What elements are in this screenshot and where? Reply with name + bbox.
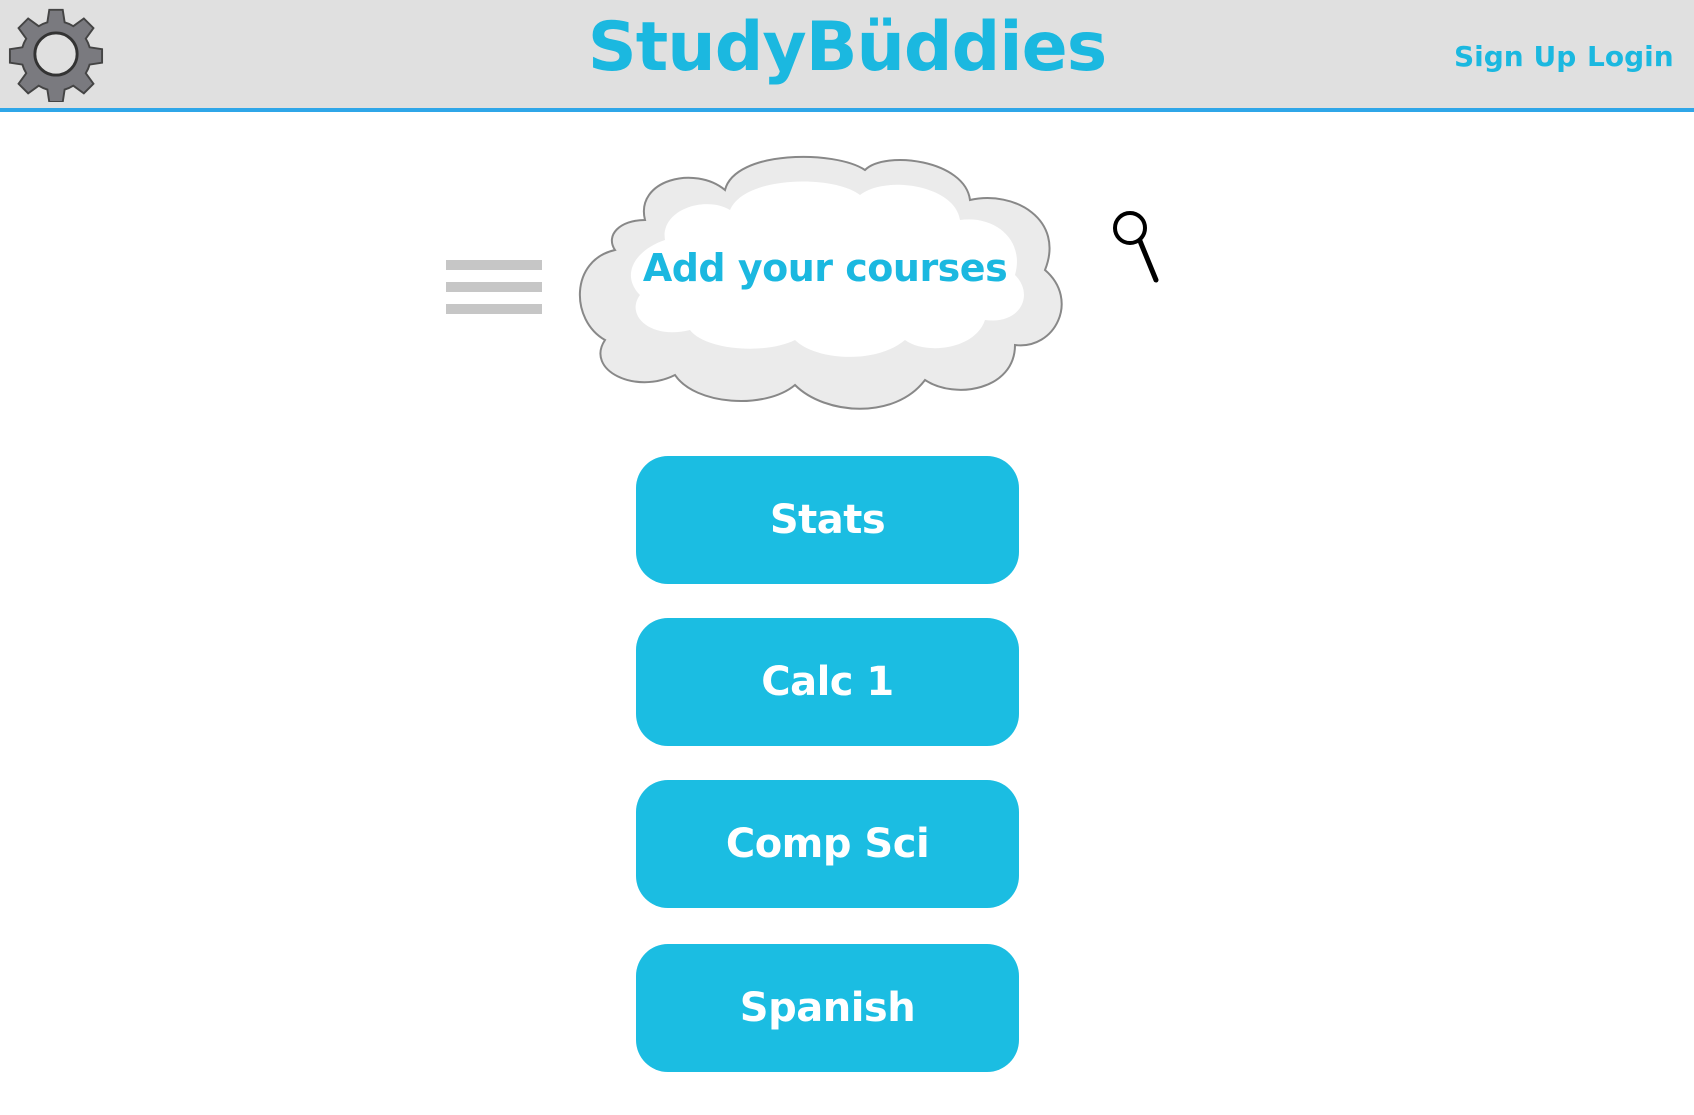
sign-up-link[interactable]: Sign Up	[1454, 40, 1576, 73]
gear-icon[interactable]	[8, 6, 104, 102]
login-link[interactable]: Login	[1587, 40, 1674, 73]
course-button-comp-sci[interactable]: Comp Sci	[636, 780, 1019, 908]
hamburger-menu-icon[interactable]	[446, 260, 542, 314]
course-button-stats[interactable]: Stats	[636, 456, 1019, 584]
course-button-calc-1[interactable]: Calc 1	[636, 618, 1019, 746]
course-button-spanish[interactable]: Spanish	[636, 944, 1019, 1072]
top-nav-bar: StudyBüddies Sign Up Login	[0, 0, 1694, 112]
menu-line	[446, 304, 542, 314]
menu-line	[446, 282, 542, 292]
menu-line	[446, 260, 542, 270]
cloud-title: Add your courses	[642, 246, 1008, 290]
app-title: StudyBüddies	[587, 8, 1107, 87]
magnifier-icon[interactable]	[1112, 210, 1164, 286]
